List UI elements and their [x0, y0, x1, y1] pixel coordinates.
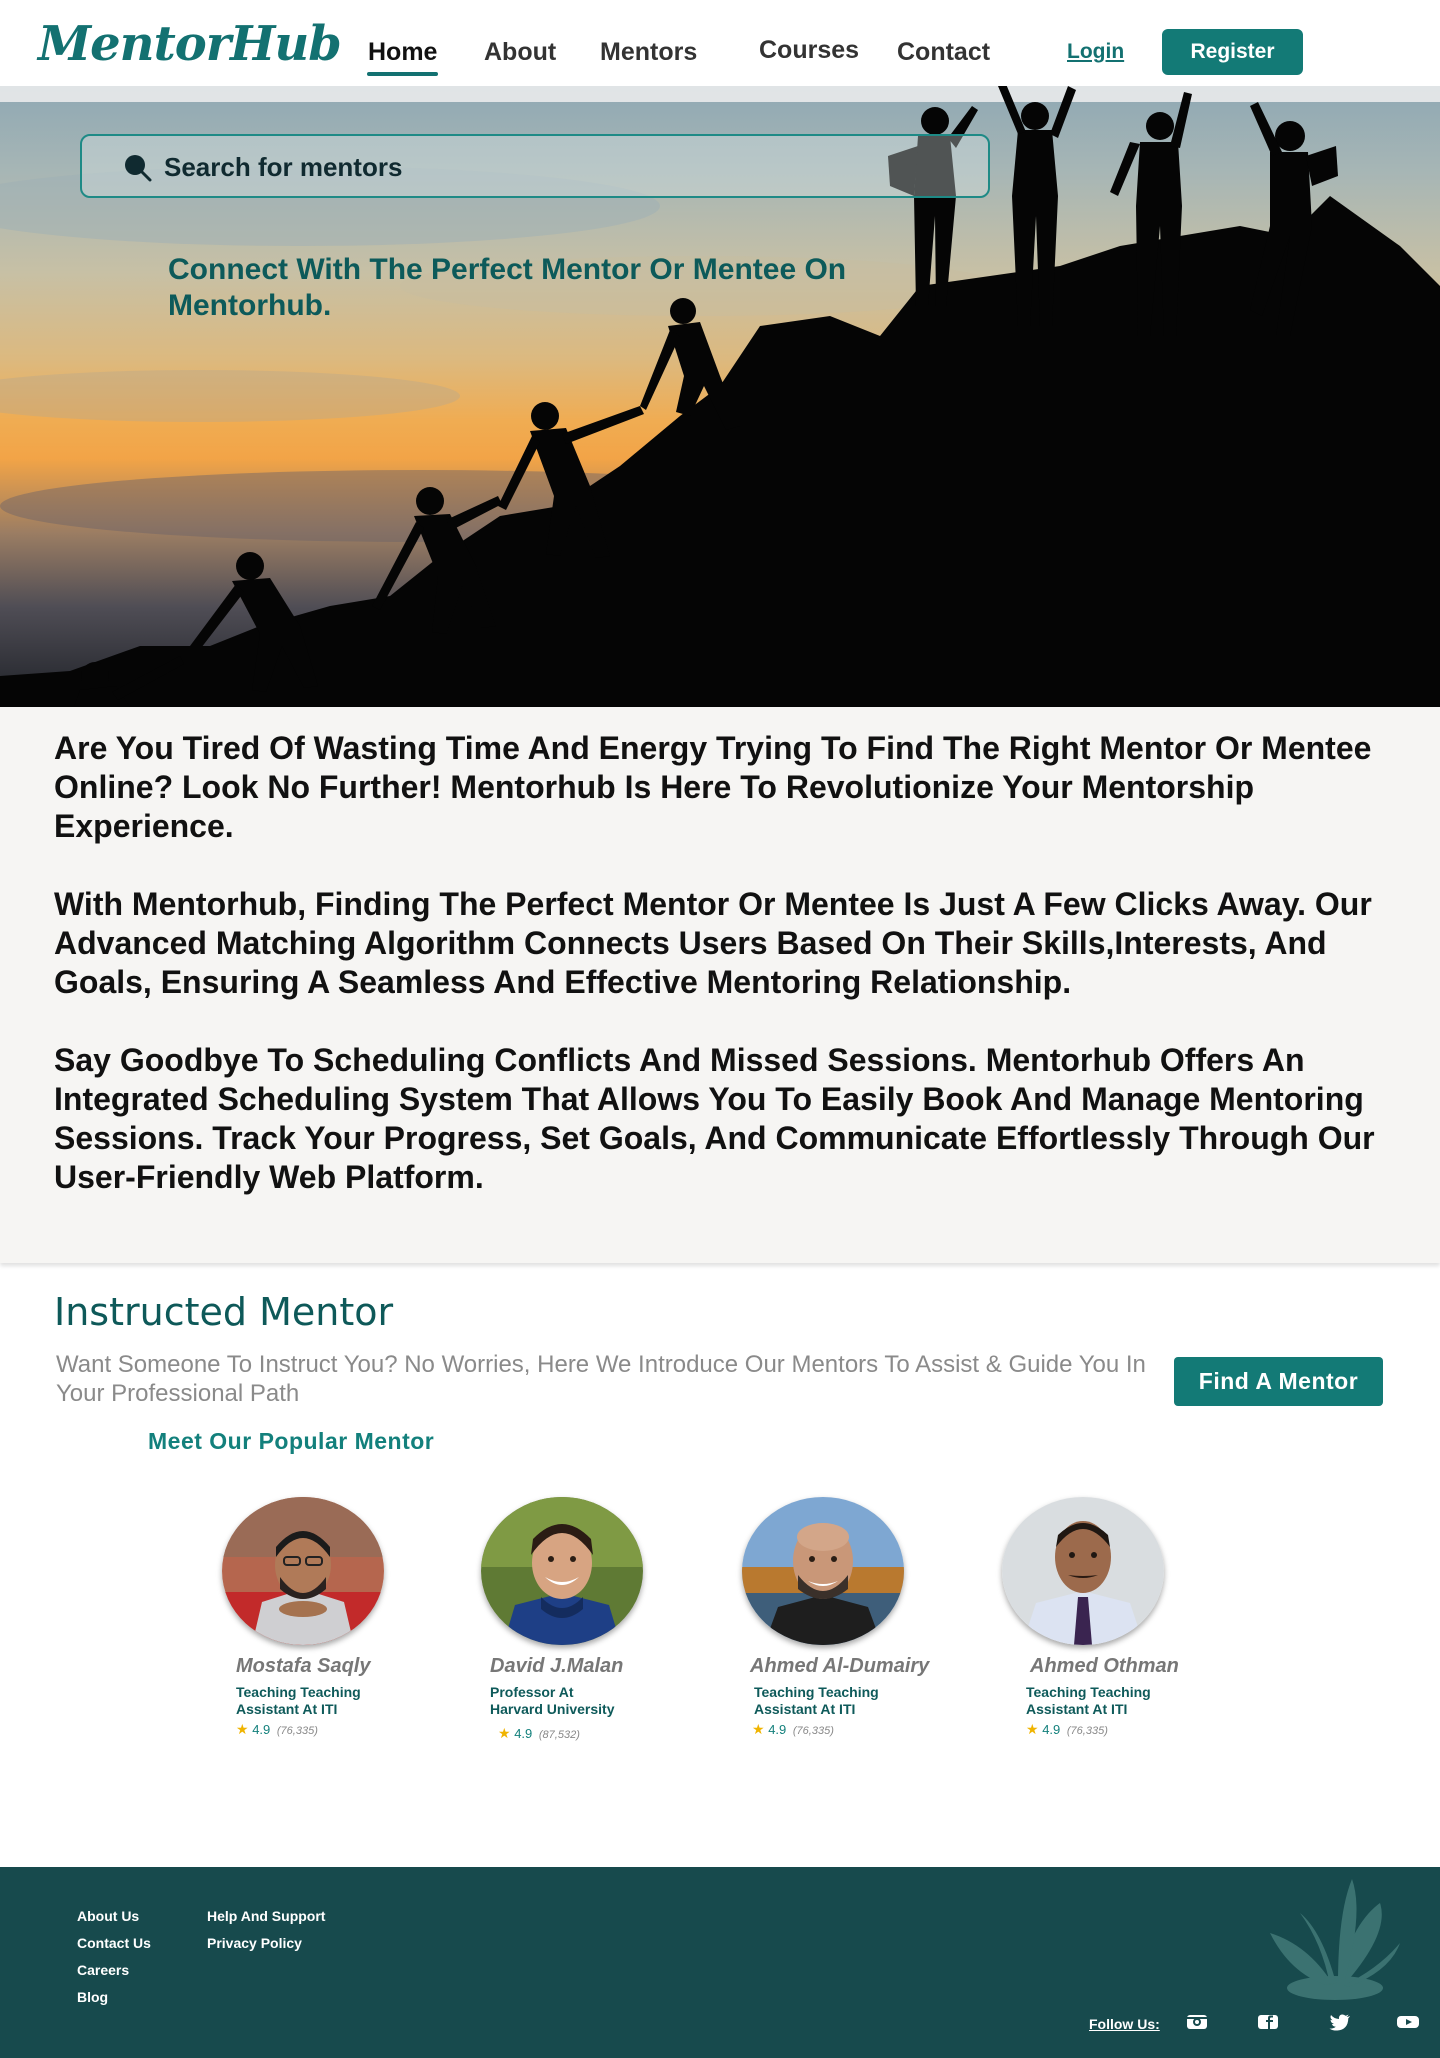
- logo[interactable]: MentorHub: [38, 16, 342, 72]
- mentor-name: Ahmed Al-Dumairy: [750, 1655, 930, 1677]
- star-icon: ★: [236, 1721, 249, 1737]
- mentor-role: Teaching Teaching Assistant At ITI: [236, 1684, 361, 1717]
- mentor-search-input[interactable]: Search for mentors: [80, 134, 990, 198]
- footer-link-blog[interactable]: Blog: [77, 1989, 108, 2005]
- intro-paragraph-1: Are You Tired Of Wasting Time And Energy…: [54, 730, 1372, 844]
- star-icon: ★: [1026, 1721, 1039, 1737]
- follow-us-label: Follow Us:: [1089, 2016, 1160, 2032]
- rating-value: 4.9: [252, 1722, 271, 1737]
- intro-paragraph-2: With Mentorhub, Finding The Perfect Ment…: [54, 886, 1372, 1000]
- hero-tagline: Connect With The Perfect Mentor Or Mente…: [168, 253, 847, 322]
- footer: About Us Contact Us Careers Blog Help An…: [0, 1867, 1440, 2058]
- rating-value: 4.9: [514, 1726, 533, 1741]
- footer-link-help[interactable]: Help And Support: [207, 1908, 325, 1924]
- section-title: Instructed Mentor: [54, 1290, 394, 1334]
- section-subtitle: Want Someone To Instruct You? No Worries…: [56, 1351, 1146, 1407]
- star-icon: ★: [752, 1721, 765, 1737]
- popular-mentors-title: Meet Our Popular Mentor: [148, 1428, 435, 1454]
- rating-value: 4.9: [1042, 1722, 1061, 1737]
- mentor-role: Professor At Harvard University: [490, 1684, 615, 1717]
- nav-courses[interactable]: Courses: [759, 36, 859, 65]
- review-count: (76,335): [276, 1725, 318, 1737]
- nav-contact[interactable]: Contact: [897, 38, 990, 67]
- review-count: (76,335): [792, 1725, 834, 1737]
- mentor-role: Teaching Teaching Assistant At ITI: [1026, 1684, 1151, 1717]
- footer-link-contact[interactable]: Contact Us: [77, 1935, 151, 1951]
- mentor-avatar: [481, 1497, 643, 1645]
- mentor-card[interactable]: Ahmed Othman Teaching Teaching Assistant…: [1000, 1497, 1230, 1757]
- facebook-icon[interactable]: [1256, 2013, 1280, 2031]
- mentor-rating: ★ 4.9 (76,335): [752, 1721, 834, 1738]
- nav-about[interactable]: About: [484, 38, 556, 67]
- plant-decoration: [1270, 1879, 1400, 2000]
- youtube-icon[interactable]: [1396, 2013, 1420, 2031]
- mentor-avatar: [742, 1497, 904, 1645]
- mentor-role: Teaching Teaching Assistant At ITI: [754, 1684, 879, 1717]
- footer-link-careers[interactable]: Careers: [77, 1962, 129, 1978]
- navbar: MentorHub Home About Mentors Courses Con…: [0, 0, 1440, 86]
- hero-banner: Search for mentors Connect With The Perf…: [0, 86, 1440, 707]
- mentor-name: Mostafa Saqly: [236, 1655, 371, 1677]
- instagram-icon[interactable]: [1185, 2013, 1209, 2031]
- mentor-card[interactable]: David J.Malan Professor At Harvard Unive…: [480, 1497, 710, 1757]
- mentor-avatar: [1002, 1497, 1164, 1645]
- login-link[interactable]: Login: [1067, 40, 1124, 64]
- mentor-card[interactable]: Ahmed Al-Dumairy Teaching Teaching Assis…: [740, 1497, 970, 1757]
- mentor-card[interactable]: Mostafa Saqly Teaching Teaching Assistan…: [220, 1497, 450, 1757]
- register-button[interactable]: Register: [1162, 29, 1303, 75]
- mentor-rating: ★ 4.9 (87,532): [498, 1725, 580, 1742]
- nav-home[interactable]: Home: [368, 38, 437, 67]
- mentor-rating: ★ 4.9 (76,335): [1026, 1721, 1108, 1738]
- review-count: (87,532): [538, 1729, 580, 1741]
- review-count: (76,335): [1066, 1725, 1108, 1737]
- rating-value: 4.9: [768, 1722, 787, 1737]
- mentor-name: Ahmed Othman: [1030, 1655, 1179, 1677]
- mentor-name: David J.Malan: [490, 1655, 624, 1677]
- footer-link-about[interactable]: About Us: [77, 1908, 139, 1924]
- footer-link-privacy[interactable]: Privacy Policy: [207, 1935, 302, 1951]
- mentor-rating: ★ 4.9 (76,335): [236, 1721, 318, 1738]
- mentor-avatar: [222, 1497, 384, 1645]
- intro-paragraph-3: Say Goodbye To Scheduling Conflicts And …: [54, 1042, 1375, 1195]
- find-mentor-button[interactable]: Find A Mentor: [1174, 1357, 1383, 1406]
- nav-mentors[interactable]: Mentors: [600, 38, 697, 67]
- active-nav-indicator: [367, 72, 438, 76]
- search-icon: [125, 155, 152, 182]
- twitter-icon[interactable]: [1328, 2013, 1352, 2031]
- intro-section: Are You Tired Of Wasting Time And Energy…: [0, 707, 1440, 1263]
- star-icon: ★: [498, 1725, 511, 1741]
- search-placeholder: Search for mentors: [164, 152, 403, 182]
